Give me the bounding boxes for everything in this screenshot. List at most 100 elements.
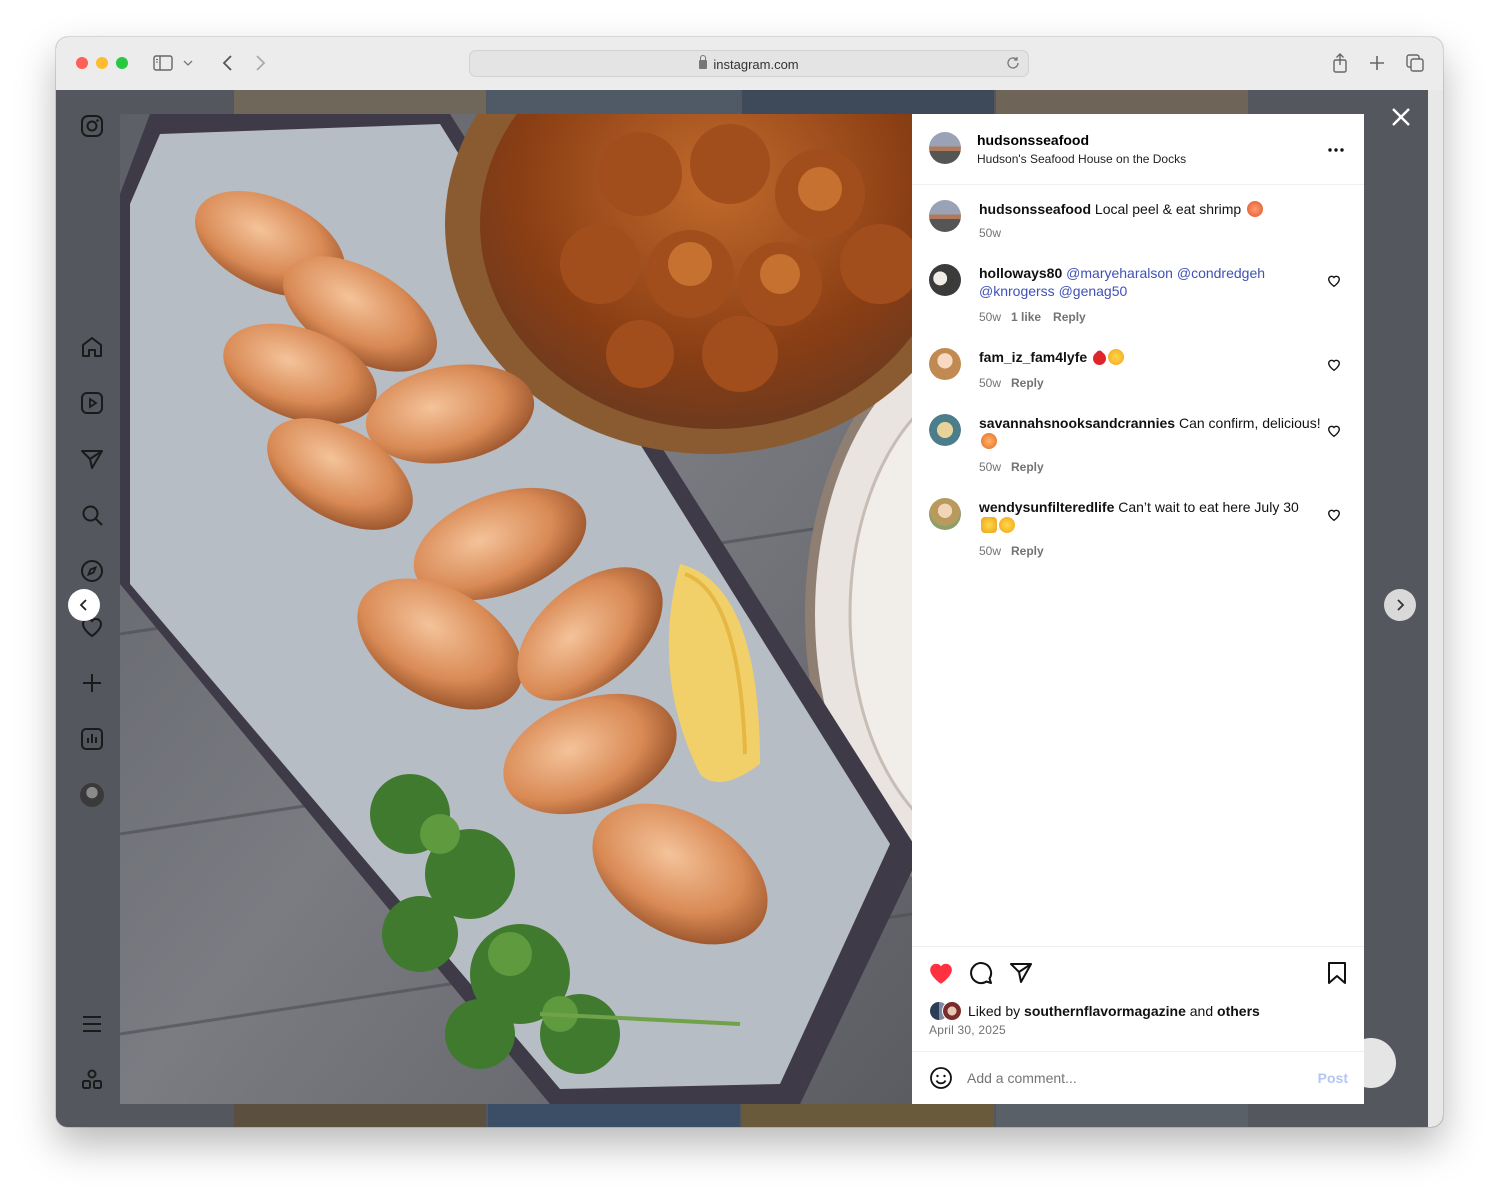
post-date[interactable]: April 30, 2025 — [929, 1023, 1006, 1037]
caption-text: Local peel & eat shrimp — [1094, 201, 1242, 217]
emoji-picker-icon[interactable] — [929, 1066, 953, 1095]
save-bookmark-icon[interactable] — [1326, 961, 1348, 990]
comment-text: Can’t wait to eat here July 30 — [1118, 499, 1299, 515]
post-location[interactable]: Hudson's Seafood House on the Docks — [977, 152, 1186, 166]
sidebar-toggle-icon[interactable] — [152, 52, 174, 74]
feed-thumbnail — [488, 90, 740, 114]
home-icon[interactable] — [80, 335, 104, 359]
back-icon[interactable] — [216, 52, 238, 74]
url-text: instagram.com — [713, 57, 799, 72]
feed-thumbnail — [996, 1104, 1248, 1127]
zoom-window-button[interactable] — [116, 57, 128, 69]
new-tab-icon[interactable] — [1366, 52, 1388, 74]
profile-avatar[interactable] — [80, 783, 104, 807]
chevron-down-icon[interactable] — [182, 52, 194, 74]
comment-icon[interactable] — [969, 961, 993, 990]
lock-icon — [699, 55, 708, 69]
avatar[interactable] — [929, 264, 961, 296]
like-comment-heart-icon[interactable] — [1327, 424, 1341, 438]
search-icon[interactable] — [80, 503, 104, 527]
caption-meta: 50w — [979, 226, 1011, 240]
raised-hands-emoji-icon — [981, 517, 997, 533]
avatar[interactable] — [929, 414, 961, 446]
scrollbar[interactable] — [1428, 90, 1443, 1127]
tabs-overview-icon[interactable] — [1404, 52, 1426, 74]
comment-username[interactable]: fam_iz_fam4lyfe — [979, 349, 1087, 365]
more-menu-icon[interactable] — [80, 1012, 104, 1036]
browser-window: instagram.com hudsonsseafood Hudson's Se… — [56, 37, 1443, 1127]
feed-thumbnail — [234, 90, 486, 114]
post-username[interactable]: hudsonsseafood — [977, 132, 1089, 148]
post-comment-button[interactable]: Post — [1318, 1070, 1348, 1086]
post-caption: hudsonsseafood Local peel & eat shrimp 5… — [929, 200, 1349, 244]
previous-post-button[interactable] — [68, 589, 100, 621]
more-options-icon[interactable] — [1327, 140, 1345, 158]
post-header: hudsonsseafood Hudson's Seafood House on… — [912, 114, 1364, 185]
add-comment-bar: Post — [912, 1051, 1364, 1105]
explore-icon[interactable] — [80, 559, 104, 583]
next-post-button[interactable] — [1384, 589, 1416, 621]
comment-username[interactable]: holloways80 — [979, 265, 1062, 281]
comment-username[interactable]: savannahsnooksandcrannies — [979, 415, 1175, 431]
avatar[interactable] — [929, 498, 961, 530]
comment-meta: 50w Reply — [979, 544, 1044, 558]
minimize-window-button[interactable] — [96, 57, 108, 69]
caption-timestamp: 50w — [979, 226, 1002, 240]
comment-meta: 50w 1 like Reply — [979, 310, 1086, 324]
comment-item: savannahsnooksandcrannies Can confirm, d… — [929, 414, 1349, 476]
feed-thumbnail — [742, 1104, 994, 1127]
share-post-icon[interactable] — [1009, 961, 1033, 990]
liked-by-user[interactable]: southernflavormagazine — [1024, 1003, 1186, 1019]
instagram-logo-icon[interactable] — [80, 114, 104, 138]
address-bar[interactable]: instagram.com — [469, 50, 1029, 77]
comment-input[interactable] — [967, 1067, 1287, 1089]
post-photo[interactable] — [120, 114, 912, 1104]
post-actions: Liked by southernflavormagazine and othe… — [912, 946, 1364, 1052]
heart-eyes-emoji-icon — [999, 517, 1015, 533]
direct-messages-icon[interactable] — [80, 447, 104, 471]
avatar[interactable] — [929, 348, 961, 380]
feed-thumbnail — [234, 1104, 486, 1127]
feed-thumbnail — [488, 1104, 740, 1127]
page-content: hudsonsseafood Hudson's Seafood House on… — [56, 90, 1443, 1127]
insights-icon[interactable] — [80, 727, 104, 751]
reply-button[interactable]: Reply — [1011, 544, 1044, 558]
red-heart-emoji-icon — [1090, 349, 1109, 368]
share-icon[interactable] — [1329, 52, 1351, 74]
reels-icon[interactable] — [80, 391, 104, 415]
liked-by-and: and — [1189, 1003, 1214, 1019]
like-comment-heart-icon[interactable] — [1327, 358, 1341, 372]
avatar[interactable] — [929, 132, 961, 164]
feed-thumbnail — [742, 90, 994, 114]
comment-item: fam_iz_fam4lyfe 50w Reply — [929, 348, 1349, 392]
comment-likes[interactable]: 1 like — [1011, 310, 1041, 324]
caption-username[interactable]: hudsonsseafood — [979, 201, 1091, 217]
like-comment-heart-icon[interactable] — [1327, 508, 1341, 522]
liked-by-text: Liked by southernflavormagazine and othe… — [968, 1003, 1260, 1019]
comment-username[interactable]: wendysunfilteredlife — [979, 499, 1114, 515]
create-plus-icon[interactable] — [80, 671, 104, 695]
face-emoji-icon — [981, 433, 997, 449]
chevron-left-icon — [79, 599, 87, 611]
reply-button[interactable]: Reply — [1053, 310, 1086, 324]
reply-button[interactable]: Reply — [1011, 376, 1044, 390]
close-icon[interactable] — [1390, 106, 1412, 128]
comment-timestamp: 50w — [979, 310, 1002, 324]
feed-thumbnail — [996, 90, 1248, 114]
forward-icon[interactable] — [250, 52, 272, 74]
reply-button[interactable]: Reply — [1011, 460, 1044, 474]
also-from-meta-icon[interactable] — [80, 1068, 104, 1092]
close-window-button[interactable] — [76, 57, 88, 69]
like-heart-icon[interactable] — [928, 961, 954, 990]
liked-by-avatars[interactable] — [929, 1001, 965, 1021]
liked-by-others[interactable]: others — [1217, 1003, 1260, 1019]
post-detail-panel: hudsonsseafood Hudson's Seafood House on… — [912, 114, 1364, 1104]
comment-item: wendysunfilteredlife Can’t wait to eat h… — [929, 498, 1349, 560]
reload-icon[interactable] — [1006, 56, 1020, 75]
liked-by-prefix: Liked by — [968, 1003, 1021, 1019]
comment-item: holloways80 @maryeharalson @condredgeh @… — [929, 264, 1349, 330]
comment-timestamp: 50w — [979, 460, 1002, 474]
avatar[interactable] — [929, 200, 961, 232]
shrimp-emoji-icon — [1247, 201, 1264, 217]
like-comment-heart-icon[interactable] — [1327, 274, 1341, 288]
